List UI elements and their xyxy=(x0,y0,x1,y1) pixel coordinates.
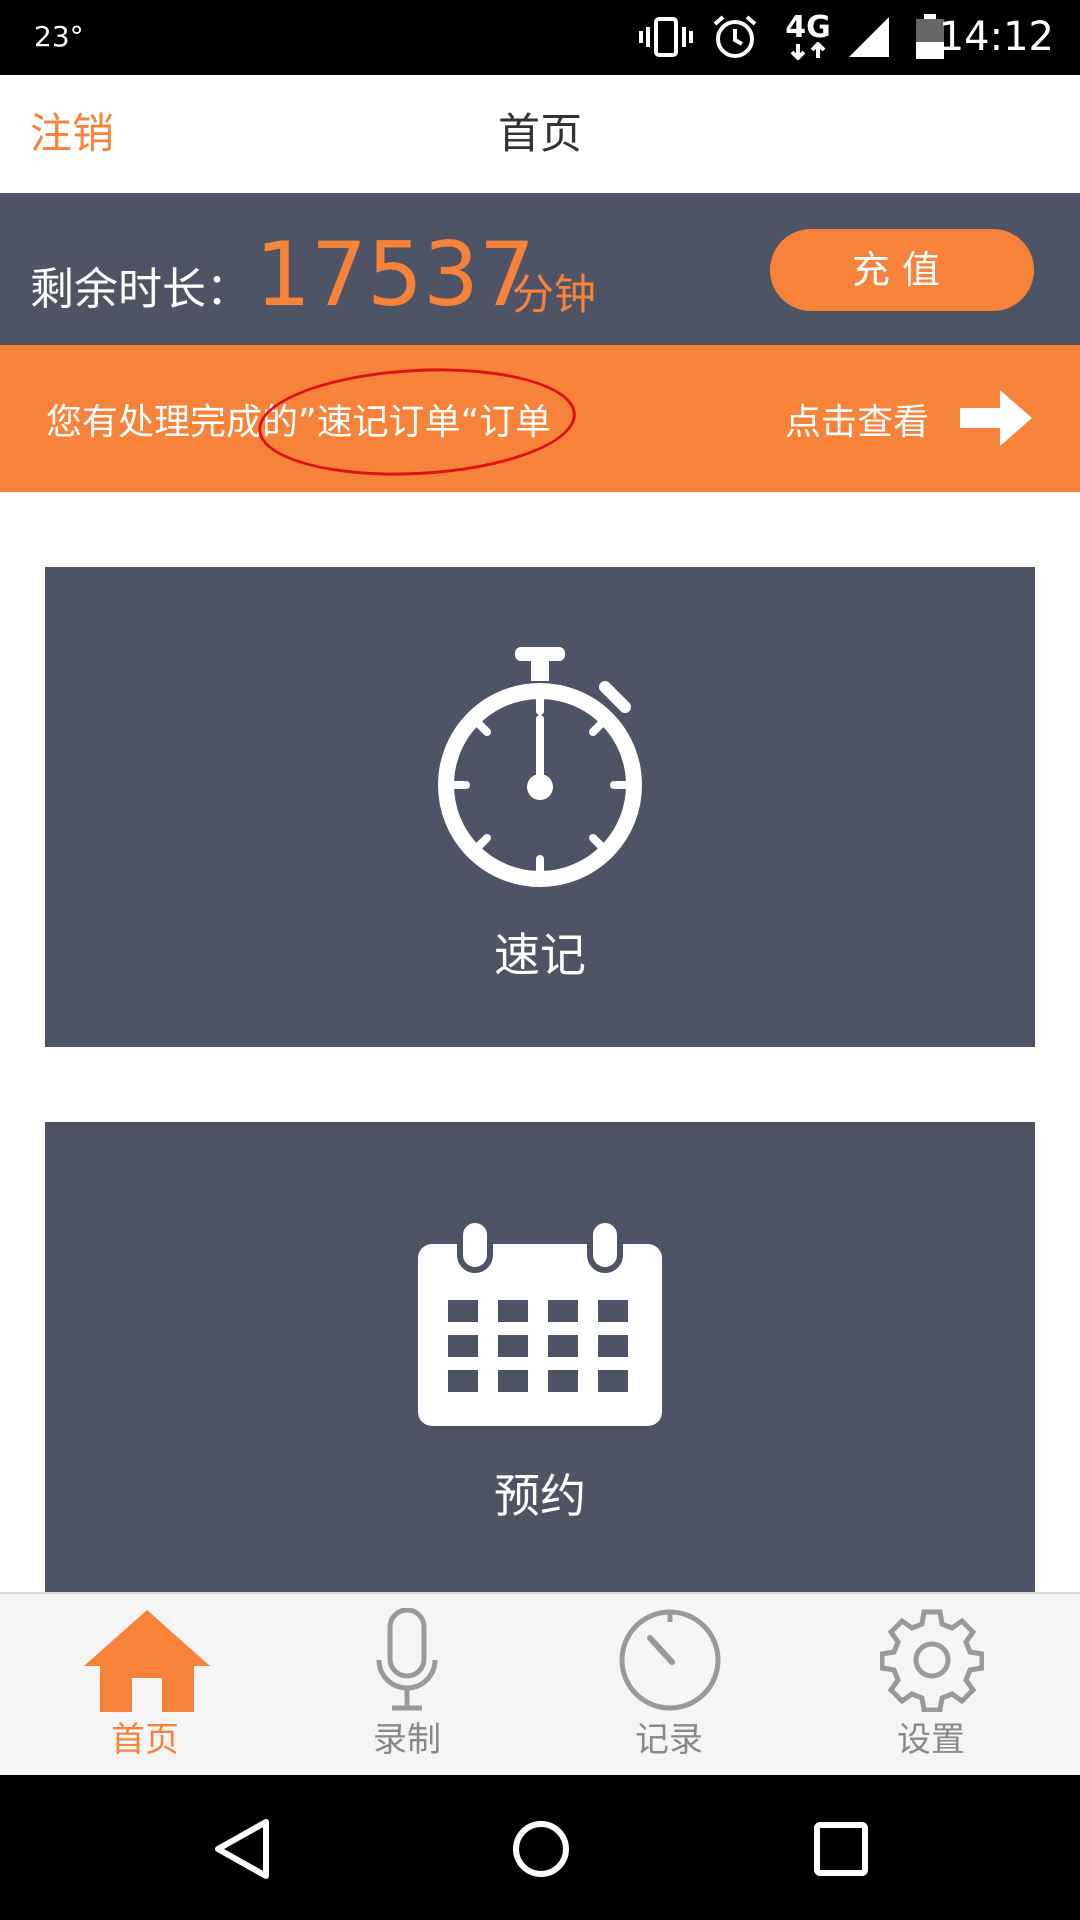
view-link[interactable]: 点击查看 xyxy=(785,393,929,445)
tab-record[interactable]: 录制 xyxy=(272,1594,542,1777)
remaining-time-label: 剩余时长： xyxy=(30,264,250,315)
vibrate-icon xyxy=(638,12,694,62)
recents-icon[interactable] xyxy=(814,1822,868,1880)
back-icon[interactable] xyxy=(212,1818,272,1884)
calendar-icon xyxy=(418,1217,662,1430)
tab-home[interactable]: 首页 xyxy=(10,1594,280,1777)
shorthand-card[interactable]: 速记 xyxy=(45,567,1035,1047)
stopwatch-icon xyxy=(435,647,645,891)
temperature: 23° xyxy=(34,20,84,53)
tab-history-label: 记录 xyxy=(635,1720,703,1760)
tab-settings[interactable]: 设置 xyxy=(796,1594,1066,1777)
network-4g-icon: 4G xyxy=(780,12,836,62)
system-nav-bar xyxy=(0,1775,1080,1920)
tab-record-label: 录制 xyxy=(373,1720,441,1760)
appointment-card[interactable]: 预约 xyxy=(45,1122,1035,1592)
title-bar: 首页 注销 xyxy=(0,75,1080,193)
tab-settings-label: 设置 xyxy=(897,1720,965,1760)
microphone-icon xyxy=(374,1607,440,1716)
tab-history[interactable]: 记录 xyxy=(534,1594,804,1777)
network-label: 4G xyxy=(785,10,831,45)
signal-icon xyxy=(846,12,892,62)
home-circle-icon[interactable] xyxy=(512,1820,570,1882)
notice-banner[interactable]: 您有处理完成的”速记订单“订单 点击查看 xyxy=(0,345,1080,492)
recharge-button[interactable]: 充值 xyxy=(770,229,1034,311)
balance-panel: 剩余时长： 17537 分钟 充值 xyxy=(0,193,1080,345)
bottom-tab-bar: 首页 录制 记录 设置 xyxy=(0,1592,1080,1777)
remaining-time-unit: 分钟 xyxy=(512,270,597,319)
clock: 14:12 xyxy=(938,14,1054,60)
gear-icon xyxy=(879,1608,985,1716)
tab-home-label: 首页 xyxy=(111,1720,179,1760)
alarm-icon xyxy=(710,12,760,62)
page-title: 首页 xyxy=(497,109,582,158)
shorthand-label: 速记 xyxy=(494,928,586,982)
remaining-time-value: 17537 xyxy=(255,223,535,326)
home-icon xyxy=(82,1608,212,1716)
arrow-right-icon[interactable] xyxy=(960,388,1034,452)
logout-button[interactable]: 注销 xyxy=(30,75,114,193)
annotation-circle xyxy=(255,360,579,484)
appointment-label: 预约 xyxy=(494,1469,586,1523)
status-bar: 23° 4G 14:12 xyxy=(0,0,1080,75)
gauge-icon xyxy=(618,1608,722,1716)
